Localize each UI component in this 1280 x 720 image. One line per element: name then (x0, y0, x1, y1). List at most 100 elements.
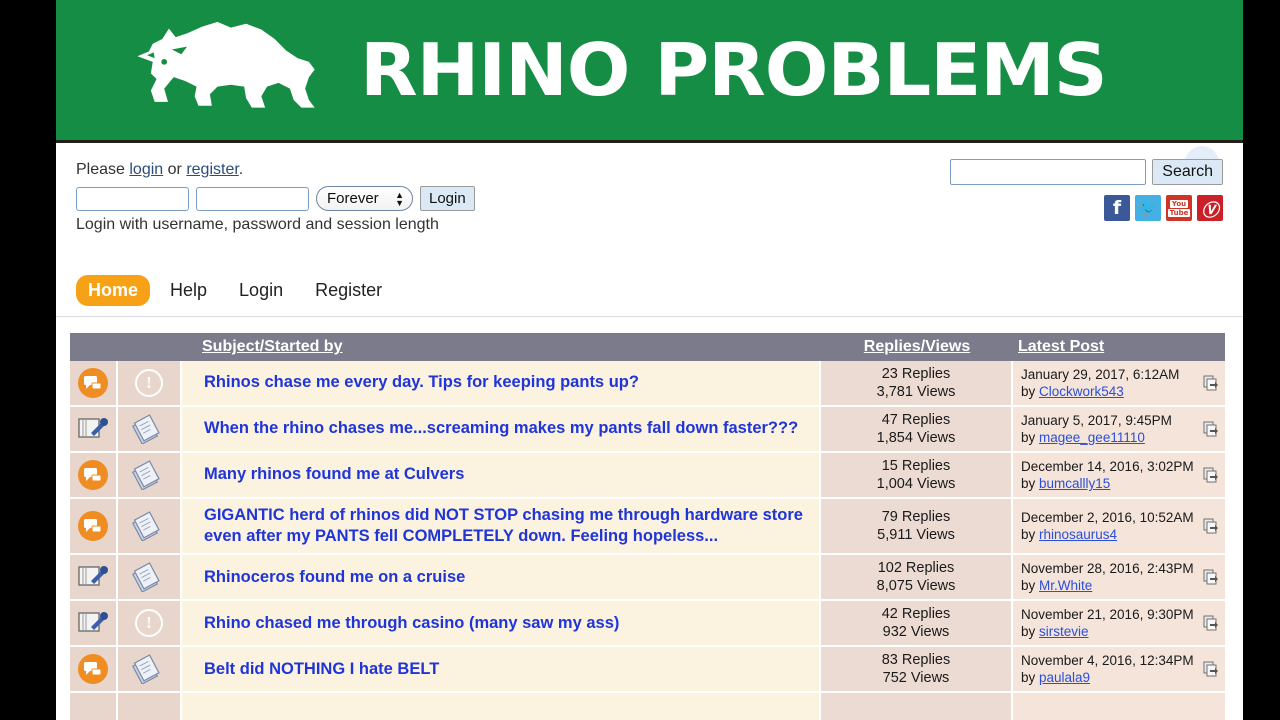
board-header-row: Subject/Started by Replies/Views Latest … (70, 333, 1225, 361)
topic-latest-author-link[interactable]: Mr.White (1039, 578, 1092, 593)
jump-to-post-icon[interactable] (1203, 661, 1219, 677)
jump-to-post-icon[interactable] (1203, 421, 1219, 437)
topic-latest-date: November 4, 2016, 12:34PM (1021, 652, 1194, 668)
warning-icon: ! (135, 609, 163, 638)
topic-subject-cell: Belt did NOTHING I hate BELT (182, 647, 821, 692)
topic-latest-cell: November 28, 2016, 2:43PM by Mr.White (1013, 555, 1225, 600)
board-header-replies[interactable]: Replies/Views (821, 338, 1013, 356)
topic-status-cell (70, 647, 118, 692)
topic-subject-link[interactable]: When the rhino chases me...screaming mak… (204, 418, 798, 439)
login-prompt-period: . (238, 161, 244, 178)
topic-latest-author-link[interactable]: magee_gee11110 (1039, 430, 1145, 445)
social-links: f 🐦 You Tube Ⓥ (950, 195, 1223, 221)
topic-latest-cell: December 14, 2016, 3:02PM by bumcallly15 (1013, 453, 1225, 497)
username-input[interactable] (76, 186, 189, 211)
topic-replies-cell (821, 693, 1013, 720)
pinterest-icon[interactable]: Ⓥ (1197, 195, 1223, 221)
table-row[interactable]: ! Rhinos chase me every day. Tips for kee… (70, 361, 1225, 407)
register-link[interactable]: register (186, 161, 238, 178)
table-row[interactable]: Rhinoceros found me on a cruise 102 Repli… (70, 555, 1225, 602)
topic-latest-date: November 28, 2016, 2:43PM (1021, 560, 1194, 576)
topic-subject-link[interactable]: GIGANTIC herd of rhinos did NOT STOP cha… (204, 505, 811, 547)
topic-status-cell (70, 601, 118, 646)
topic-subject-cell: Rhino chased me through casino (many saw… (182, 601, 821, 646)
topic-subject-cell: Rhinos chase me every day. Tips for keep… (182, 361, 821, 405)
table-row[interactable]: Belt did NOTHING I hate BELT 83 Replies 75… (70, 647, 1225, 694)
login-submit-button[interactable]: Login (420, 186, 475, 211)
topic-latest-author-link[interactable]: sirstevie (1039, 624, 1089, 639)
topic-latest-cell: January 5, 2017, 9:45PM by magee_gee11110 (1013, 407, 1225, 451)
table-row[interactable]: ! Rhino chased me through casino (many sa… (70, 601, 1225, 648)
table-row[interactable]: GIGANTIC herd of rhinos did NOT STOP cha… (70, 499, 1225, 556)
topic-subject-link[interactable]: Belt did NOTHING I hate BELT (204, 659, 439, 680)
topic-replies-cell: 83 Replies 752 Views (821, 647, 1013, 692)
board-header-replies-label: Replies/Views (863, 338, 971, 355)
topic-subject-cell: GIGANTIC herd of rhinos did NOT STOP cha… (182, 499, 821, 554)
user-area: Please login or register. Forever ▲ ▼ Log… (56, 143, 1243, 275)
twitter-icon[interactable]: 🐦 (1135, 195, 1161, 221)
topic-status-cell (70, 499, 118, 554)
topic-latest-date: December 14, 2016, 3:02PM (1021, 458, 1194, 474)
topic-latest-cell: December 2, 2016, 10:52AM by rhinosaurus4 (1013, 499, 1225, 554)
screenshot-root: RHINO PROBLEMS Please login or register.… (0, 0, 1280, 720)
topic-replies-count: 79 Replies (881, 508, 951, 525)
topic-replies-count: 23 Replies (881, 365, 951, 382)
facebook-icon[interactable]: f (1104, 195, 1130, 221)
youtube-icon[interactable]: You Tube (1166, 195, 1192, 221)
topic-replies-cell: 102 Replies 8,075 Views (821, 555, 1013, 600)
login-link[interactable]: login (129, 161, 163, 178)
topic-subject-link[interactable]: Rhinos chase me every day. Tips for keep… (204, 372, 639, 393)
topic-latest-by-prefix: by (1021, 384, 1040, 399)
youtube-icon-bottom: Tube (1167, 208, 1191, 217)
topic-latest-author-link[interactable]: bumcallly15 (1039, 476, 1110, 491)
topic-latest-cell: November 4, 2016, 12:34PM by paulala9 (1013, 647, 1225, 692)
nav-item-help[interactable]: Help (158, 275, 219, 306)
topic-subject-link[interactable]: Rhino chased me through casino (many saw… (204, 613, 619, 634)
board-header-subject-label: Subject/Started by (202, 338, 343, 355)
topic-type-cell (118, 647, 182, 692)
topic-latest-author-link[interactable]: rhinosaurus4 (1039, 527, 1117, 542)
topic-views-count: 1,854 Views (876, 430, 956, 446)
board-header-subject[interactable]: Subject/Started by (182, 338, 821, 356)
topic-replies-count: 42 Replies (881, 606, 951, 623)
password-input[interactable] (196, 186, 309, 211)
table-row[interactable]: When the rhino chases me...screaming mak… (70, 407, 1225, 453)
topic-type-cell (118, 693, 182, 720)
jump-to-post-icon[interactable] (1203, 569, 1219, 585)
jump-to-post-icon[interactable] (1203, 375, 1219, 391)
topic-views-count: 8,075 Views (876, 578, 956, 595)
board-header-latest[interactable]: Latest Post (1013, 338, 1225, 356)
nav-item-login[interactable]: Login (227, 275, 295, 306)
topic-replies-cell: 47 Replies 1,854 Views (821, 407, 1013, 451)
session-length-select[interactable]: Forever ▲ ▼ (316, 186, 413, 211)
topic-subject-cell: Many rhinos found me at Culvers (182, 453, 821, 497)
login-prompt-please: Please (76, 161, 130, 178)
new-post-icon (78, 654, 108, 685)
new-post-icon (78, 368, 108, 398)
topic-latest-by-prefix: by (1021, 624, 1040, 640)
topic-status-cell (70, 361, 118, 405)
new-post-icon (78, 460, 108, 490)
table-row[interactable]: Many rhinos found me at Culvers 15 Replie… (70, 453, 1225, 499)
topic-subject-cell (182, 693, 821, 720)
topic-type-cell (118, 555, 182, 600)
jump-to-post-icon[interactable] (1203, 518, 1219, 534)
topic-replies-cell: 42 Replies 932 Views (821, 601, 1013, 646)
search-input[interactable] (950, 159, 1147, 185)
jump-to-post-icon[interactable] (1203, 615, 1219, 631)
topic-subject-cell: Rhinoceros found me on a cruise (182, 555, 821, 600)
hot-topic-icon (132, 414, 160, 444)
topic-subject-link[interactable]: Many rhinos found me at Culvers (204, 464, 464, 485)
topic-subject-link[interactable]: Rhinoceros found me on a cruise (204, 567, 465, 588)
search-block: Search f 🐦 You Tube Ⓥ (950, 159, 1223, 221)
nav-item-register[interactable]: Register (303, 275, 394, 306)
session-length-value: Forever (327, 190, 379, 207)
nav-item-home[interactable]: Home (76, 275, 151, 306)
topic-type-cell (118, 453, 182, 497)
table-row-partial[interactable] (70, 693, 1225, 720)
topic-latest-author-link[interactable]: paulala9 (1039, 670, 1090, 685)
topic-latest-author-link[interactable]: Clockwork543 (1039, 384, 1124, 399)
jump-to-post-icon[interactable] (1203, 467, 1219, 483)
topic-latest-date: January 29, 2017, 6:12AM (1021, 366, 1180, 382)
search-button[interactable]: Search (1152, 159, 1223, 185)
